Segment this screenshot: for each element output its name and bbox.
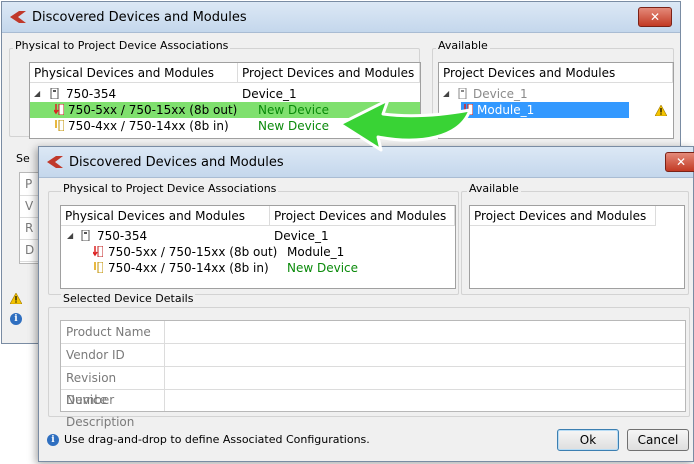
back-selected-label: Se xyxy=(16,152,30,165)
back-titlebar: Discovered Devices and Modules ✕ xyxy=(2,2,680,33)
output-module-icon xyxy=(463,104,473,115)
warning-icon xyxy=(10,293,22,304)
detail-row: Device Description xyxy=(61,389,685,429)
front-titlebar: Discovered Devices and Modules ✕ xyxy=(39,147,694,178)
tree-row[interactable]: 750-5xx / 750-15xx (8b out) Module_1 xyxy=(61,244,455,260)
project-name: New Device xyxy=(258,103,330,117)
ok-button[interactable]: Ok xyxy=(557,429,619,451)
physical-name: 750-4xx / 750-14xx (8b in) xyxy=(108,261,269,275)
expand-arrow-icon[interactable]: ◢ xyxy=(443,86,449,102)
front-title: Discovered Devices and Modules xyxy=(69,155,284,170)
close-icon[interactable]: ✕ xyxy=(665,152,694,172)
detail-label: Device Description xyxy=(61,389,165,429)
app-logo-icon xyxy=(10,11,26,23)
tree-row-highlighted[interactable]: 750-5xx / 750-15xx (8b out) New Device xyxy=(30,102,420,118)
project-name: Device_1 xyxy=(274,229,329,243)
input-module-icon xyxy=(55,120,64,131)
front-association-tree[interactable]: Physical Devices and Modules Project Dev… xyxy=(60,205,456,289)
device-icon xyxy=(81,230,90,241)
available-row-selected[interactable]: Module_1 xyxy=(461,102,629,118)
hint-text: Use drag-and-drop to define Associated C… xyxy=(64,433,370,446)
info-icon: i xyxy=(10,313,22,325)
physical-name: 750-354 xyxy=(66,87,117,101)
back-available-label: Available xyxy=(436,39,490,52)
details-table: Product Name Vendor ID Revision Number D… xyxy=(60,320,686,429)
expand-arrow-icon[interactable]: ◢ xyxy=(67,228,73,244)
front-available-col[interactable]: Project Devices and Modules xyxy=(470,206,656,226)
close-icon[interactable]: ✕ xyxy=(638,7,672,27)
back-associations-label: Physical to Project Device Associations xyxy=(13,39,231,52)
project-name: Module_1 xyxy=(287,245,345,259)
detail-label: Vendor ID xyxy=(61,344,165,366)
tree-row[interactable]: 750-4xx / 750-14xx (8b in) New Device xyxy=(30,118,420,134)
front-col-physical[interactable]: Physical Devices and Modules xyxy=(61,206,270,226)
project-name: Device_1 xyxy=(242,87,297,101)
app-logo-icon xyxy=(47,156,63,168)
available-row[interactable]: ◢ Device_1 xyxy=(439,86,673,102)
tree-row[interactable]: ◢ 750-354 Device_1 xyxy=(30,86,420,102)
front-available-label: Available xyxy=(467,182,521,195)
front-available-tree[interactable]: Project Devices and Modules xyxy=(469,205,685,289)
project-name: New Device xyxy=(287,261,359,275)
expand-arrow-icon[interactable]: ◢ xyxy=(34,86,40,102)
available-name: Module_1 xyxy=(477,103,535,117)
back-association-tree[interactable]: Physical Devices and Modules Project Dev… xyxy=(29,62,421,139)
physical-name: 750-5xx / 750-15xx (8b out) xyxy=(68,103,238,117)
output-module-icon xyxy=(93,246,103,257)
detail-label: Product Name xyxy=(61,321,165,343)
available-name: Device_1 xyxy=(473,87,528,101)
tree-row[interactable]: ◢ 750-354 Device_1 xyxy=(61,228,455,244)
back-col-project[interactable]: Project Devices and Modules xyxy=(238,63,420,83)
front-col-project[interactable]: Project Devices and Modules xyxy=(270,206,455,226)
detail-row: Vendor ID xyxy=(61,344,685,367)
physical-name: 750-5xx / 750-15xx (8b out) xyxy=(108,245,278,259)
warning-icon xyxy=(655,105,667,116)
back-title: Discovered Devices and Modules xyxy=(32,10,247,25)
device-icon xyxy=(458,88,467,99)
detail-row: Revision Number xyxy=(61,367,685,407)
cancel-button[interactable]: Cancel xyxy=(627,429,689,451)
output-module-icon xyxy=(54,104,64,115)
back-available-col[interactable]: Project Devices and Modules xyxy=(439,63,673,83)
selected-details-label: Selected Device Details xyxy=(61,292,196,305)
front-dialog: Discovered Devices and Modules ✕ Physica… xyxy=(38,146,694,462)
info-icon: i xyxy=(47,434,59,446)
tree-row[interactable]: 750-4xx / 750-14xx (8b in) New Device xyxy=(61,260,455,276)
device-icon xyxy=(50,88,59,99)
front-associations-label: Physical to Project Device Associations xyxy=(61,182,279,195)
input-module-icon xyxy=(94,262,103,273)
detail-label: Revision Number xyxy=(61,367,165,407)
detail-row: Product Name xyxy=(61,321,685,344)
physical-name: 750-4xx / 750-14xx (8b in) xyxy=(68,119,229,133)
project-name: New Device xyxy=(258,119,330,133)
back-available-tree[interactable]: Project Devices and Modules ◢ Device_1 M… xyxy=(438,62,674,139)
back-col-physical[interactable]: Physical Devices and Modules xyxy=(30,63,238,83)
physical-name: 750-354 xyxy=(97,229,148,243)
